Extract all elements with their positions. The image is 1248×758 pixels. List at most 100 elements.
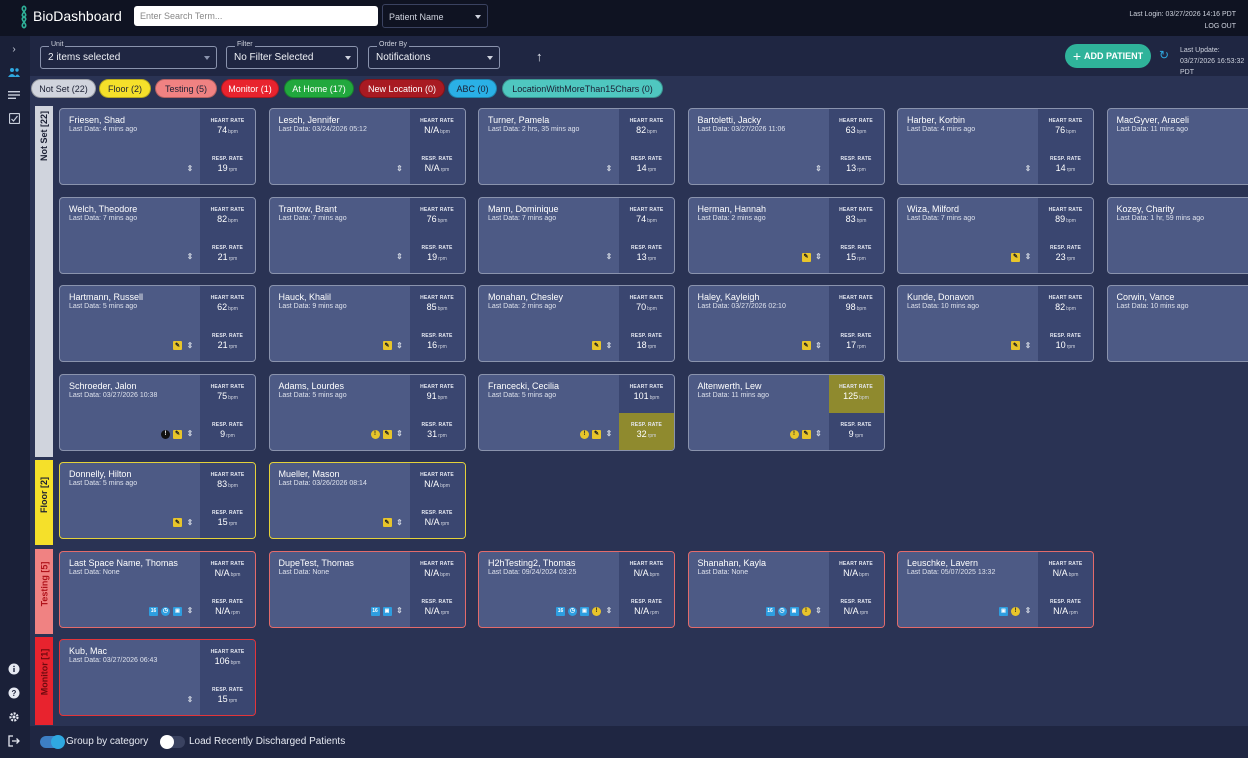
reorder-icon[interactable]: ⇕	[185, 607, 195, 616]
reorder-icon[interactable]: ⇕	[1023, 253, 1033, 262]
help-icon[interactable]: ?	[7, 686, 21, 700]
reorder-icon[interactable]: ⇕	[395, 164, 405, 173]
clock-icon[interactable]: ◷	[777, 606, 787, 616]
reorder-icon[interactable]: ⇕	[814, 341, 824, 350]
patient-card[interactable]: Harber, Korbin Last Data: 4 mins ago HEART…	[897, 108, 1094, 185]
patient-card[interactable]: Haley, Kayleigh Last Data: 03/27/2026 02:…	[687, 285, 885, 362]
reorder-icon[interactable]: ⇕	[395, 341, 405, 350]
patient-card[interactable]: Francecki, Cecilia Last Data: 5 mins ago H…	[478, 373, 675, 451]
reorder-icon[interactable]: ⇕	[604, 341, 614, 350]
patient-card[interactable]: Hartmann, Russell Last Data: 5 mins ago HE…	[59, 285, 256, 362]
reorder-icon[interactable]: ⇕	[814, 164, 824, 173]
patient-card[interactable]: DupeTest, Thomas Last Data: None HEART RAT…	[268, 550, 466, 628]
refresh-icon[interactable]: ↻	[1159, 48, 1169, 62]
warning-icon[interactable]: !	[370, 429, 380, 439]
patient-card[interactable]: Kozey, Charity Last Data: 1 hr, 59 mins a…	[1106, 196, 1248, 274]
patient-card[interactable]: Friesen, Shad Last Data: 4 mins ago HEART …	[59, 108, 256, 185]
reorder-icon[interactable]: ⇕	[185, 164, 195, 173]
reorder-icon[interactable]: ⇕	[604, 430, 614, 439]
reorder-icon[interactable]: ⇕	[185, 430, 195, 439]
note-icon[interactable]: ✎	[382, 429, 392, 439]
patient-card[interactable]: Donnelly, Hilton Last Data: 5 mins ago HEA…	[59, 462, 256, 539]
note-icon[interactable]: ✎	[173, 341, 182, 350]
warning-icon[interactable]: !	[789, 429, 799, 439]
settings-gear-icon[interactable]	[7, 710, 21, 724]
note-icon[interactable]: ✎	[1011, 252, 1020, 262]
patients-icon[interactable]	[7, 65, 21, 79]
category-chip[interactable]: LocationWithMoreThan15Chars (0)	[502, 79, 663, 98]
note-icon[interactable]: ✎	[801, 252, 811, 262]
patient-card[interactable]: Adams, Lourdes Last Data: 5 mins ago HEART…	[268, 373, 466, 451]
category-chip[interactable]: At Home (17)	[284, 79, 354, 98]
device-icon[interactable]: ▣	[382, 606, 392, 616]
calendar-icon[interactable]: 16	[370, 606, 380, 616]
note-icon[interactable]: ✎	[801, 429, 811, 439]
load-discharged-toggle[interactable]	[160, 735, 185, 749]
logout-link[interactable]: LOG OUT	[1204, 23, 1236, 30]
patient-card[interactable]: MacGyver, AraceliLast Data: 11 mins ago⇕	[1106, 108, 1248, 185]
note-icon[interactable]: ✎	[173, 518, 182, 527]
patient-card[interactable]: Monahan, Chesley Last Data: 2 mins ago HEA…	[478, 285, 675, 362]
reorder-icon[interactable]: ⇕	[185, 341, 195, 350]
note-icon[interactable]: ✎	[592, 429, 601, 439]
reorder-icon[interactable]: ⇕	[1023, 164, 1033, 173]
reorder-icon[interactable]: ⇕	[604, 253, 614, 262]
patient-card[interactable]: Altenwerth, Lew Last Data: 11 mins ago HEA…	[687, 373, 885, 451]
warning-icon[interactable]: !	[580, 429, 589, 439]
note-icon[interactable]: ✎	[382, 518, 392, 527]
group-by-category-toggle[interactable]	[40, 735, 65, 749]
reorder-icon[interactable]: ⇕	[604, 607, 614, 616]
patient-card[interactable]: Mueller, Mason Last Data: 03/26/2026 08:1…	[268, 462, 466, 539]
patient-card[interactable]: Mann, Dominique Last Data: 7 mins ago HEAR…	[478, 196, 675, 274]
clock-icon[interactable]: ◷	[161, 606, 170, 616]
patient-card[interactable]: Wiza, Milford Last Data: 7 mins ago HEART …	[897, 196, 1094, 274]
patient-card[interactable]: Corwin, VanceLast Data: 10 mins ago🔧✎⇕	[1106, 285, 1248, 362]
patient-card[interactable]: Shanahan, Kayla Last Data: None HEART RATE…	[687, 550, 885, 628]
warning-icon[interactable]: !	[592, 606, 601, 616]
clock-icon[interactable]: ◷	[568, 606, 577, 616]
reorder-icon[interactable]: ⇕	[185, 695, 195, 704]
patient-card[interactable]: Leuschke, Lavern Last Data: 05/07/2025 13…	[897, 550, 1094, 628]
warning-icon[interactable]: !	[801, 606, 811, 616]
reorder-icon[interactable]: ⇕	[814, 253, 824, 262]
patient-card[interactable]: Turner, Pamela Last Data: 2 hrs, 35 mins …	[478, 108, 675, 185]
calendar-icon[interactable]: 16	[556, 606, 565, 616]
category-chip[interactable]: ABC (0)	[448, 79, 497, 98]
report-icon[interactable]	[7, 111, 21, 125]
note-icon[interactable]: ✎	[382, 341, 392, 350]
search-type-select[interactable]: Patient Name	[382, 4, 488, 28]
calendar-icon[interactable]: 16	[765, 606, 775, 616]
device-icon[interactable]: ▣	[173, 606, 182, 616]
reorder-icon[interactable]: ⇕	[395, 253, 405, 262]
filter-select[interactable]: Filter No Filter Selected	[226, 41, 358, 69]
reorder-icon[interactable]: ⇕	[395, 518, 405, 527]
note-icon[interactable]: ✎	[801, 341, 811, 350]
warning-icon[interactable]: !	[1011, 606, 1020, 616]
category-chip[interactable]: Floor (2)	[99, 79, 151, 98]
alert-icon[interactable]: !	[161, 429, 170, 439]
device-icon[interactable]: ▣	[789, 606, 799, 616]
list-icon[interactable]	[7, 88, 21, 102]
info-icon[interactable]	[7, 662, 21, 676]
patient-card[interactable]: Bartoletti, Jacky Last Data: 03/27/2026 1…	[687, 108, 885, 185]
patient-card[interactable]: Trantow, Brant Last Data: 7 mins ago HEART…	[268, 196, 466, 274]
category-chip[interactable]: Not Set (22)	[31, 79, 96, 98]
patient-card[interactable]: Hauck, Khalil Last Data: 9 mins ago HEART …	[268, 285, 466, 362]
patient-card[interactable]: H2hTesting2, Thomas Last Data: 09/24/2024…	[478, 550, 675, 628]
category-chip[interactable]: Testing (5)	[155, 79, 217, 98]
note-icon[interactable]: ✎	[592, 341, 601, 350]
device-icon[interactable]: ▣	[999, 606, 1008, 616]
add-patient-button[interactable]: + ADD PATIENT	[1065, 44, 1151, 68]
device-icon[interactable]: ▣	[580, 606, 589, 616]
calendar-icon[interactable]: 16	[149, 606, 158, 616]
reorder-icon[interactable]: ⇕	[1023, 341, 1033, 350]
reorder-icon[interactable]: ⇕	[185, 253, 195, 262]
reorder-icon[interactable]: ⇕	[604, 164, 614, 173]
category-chip[interactable]: New Location (0)	[359, 79, 445, 98]
reorder-icon[interactable]: ⇕	[1023, 607, 1033, 616]
reorder-icon[interactable]: ⇕	[395, 430, 405, 439]
patient-card[interactable]: Kunde, Donavon Last Data: 10 mins ago HEAR…	[897, 285, 1094, 362]
category-chip[interactable]: Monitor (1)	[221, 79, 279, 98]
order-by-select[interactable]: Order By Notifications	[368, 41, 500, 69]
patient-card[interactable]: Schroeder, Jalon Last Data: 03/27/2026 10…	[59, 373, 256, 451]
